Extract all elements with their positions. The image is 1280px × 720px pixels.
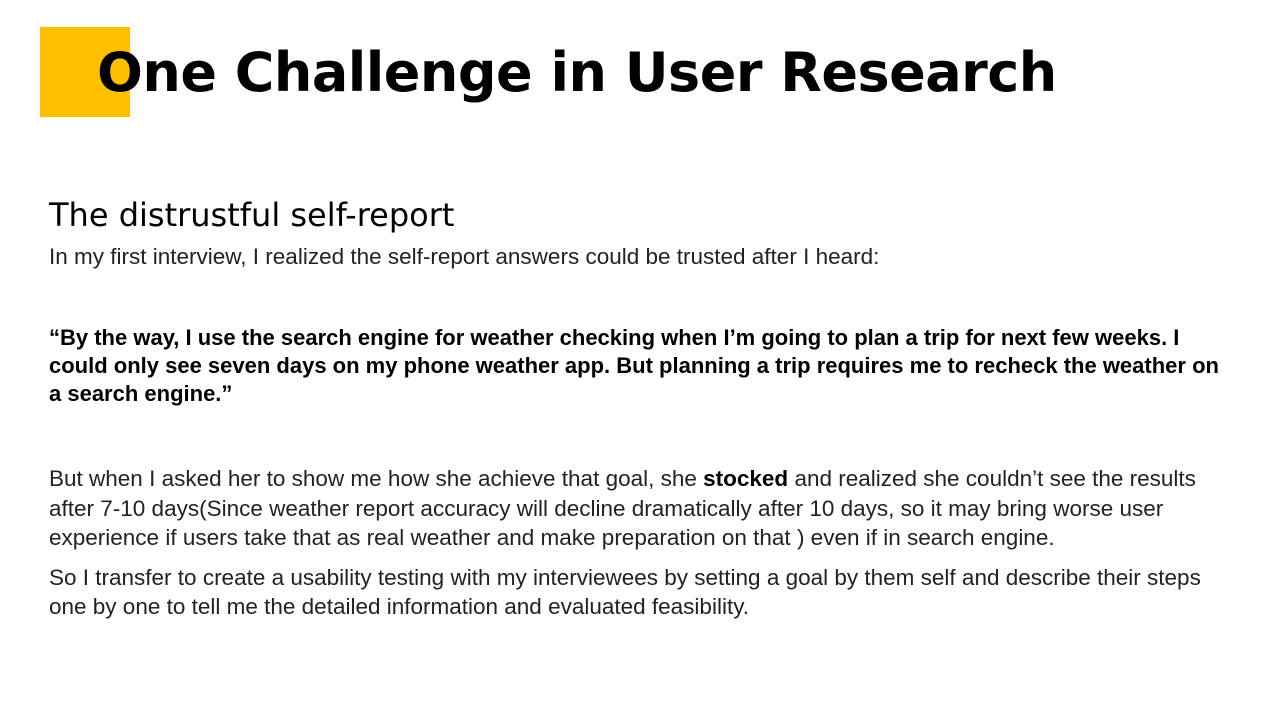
section-subtitle: The distrustful self-report xyxy=(49,196,455,234)
conclusion-paragraph: So I transfer to create a usability test… xyxy=(49,564,1201,620)
observation-paragraph: But when I asked her to show me how she … xyxy=(49,464,1229,553)
observation-emphasis: stocked xyxy=(703,466,789,491)
slide: One Challenge in User Research The distr… xyxy=(0,0,1280,720)
interview-quote: “By the way, I use the search engine for… xyxy=(49,325,1219,406)
slide-title: One Challenge in User Research xyxy=(97,41,1057,104)
observation-text-before: But when I asked her to show me how she … xyxy=(49,466,704,491)
slide-content: The distrustful self-report In my first … xyxy=(49,192,1229,622)
intro-text: In my first interview, I realized the se… xyxy=(49,244,880,269)
